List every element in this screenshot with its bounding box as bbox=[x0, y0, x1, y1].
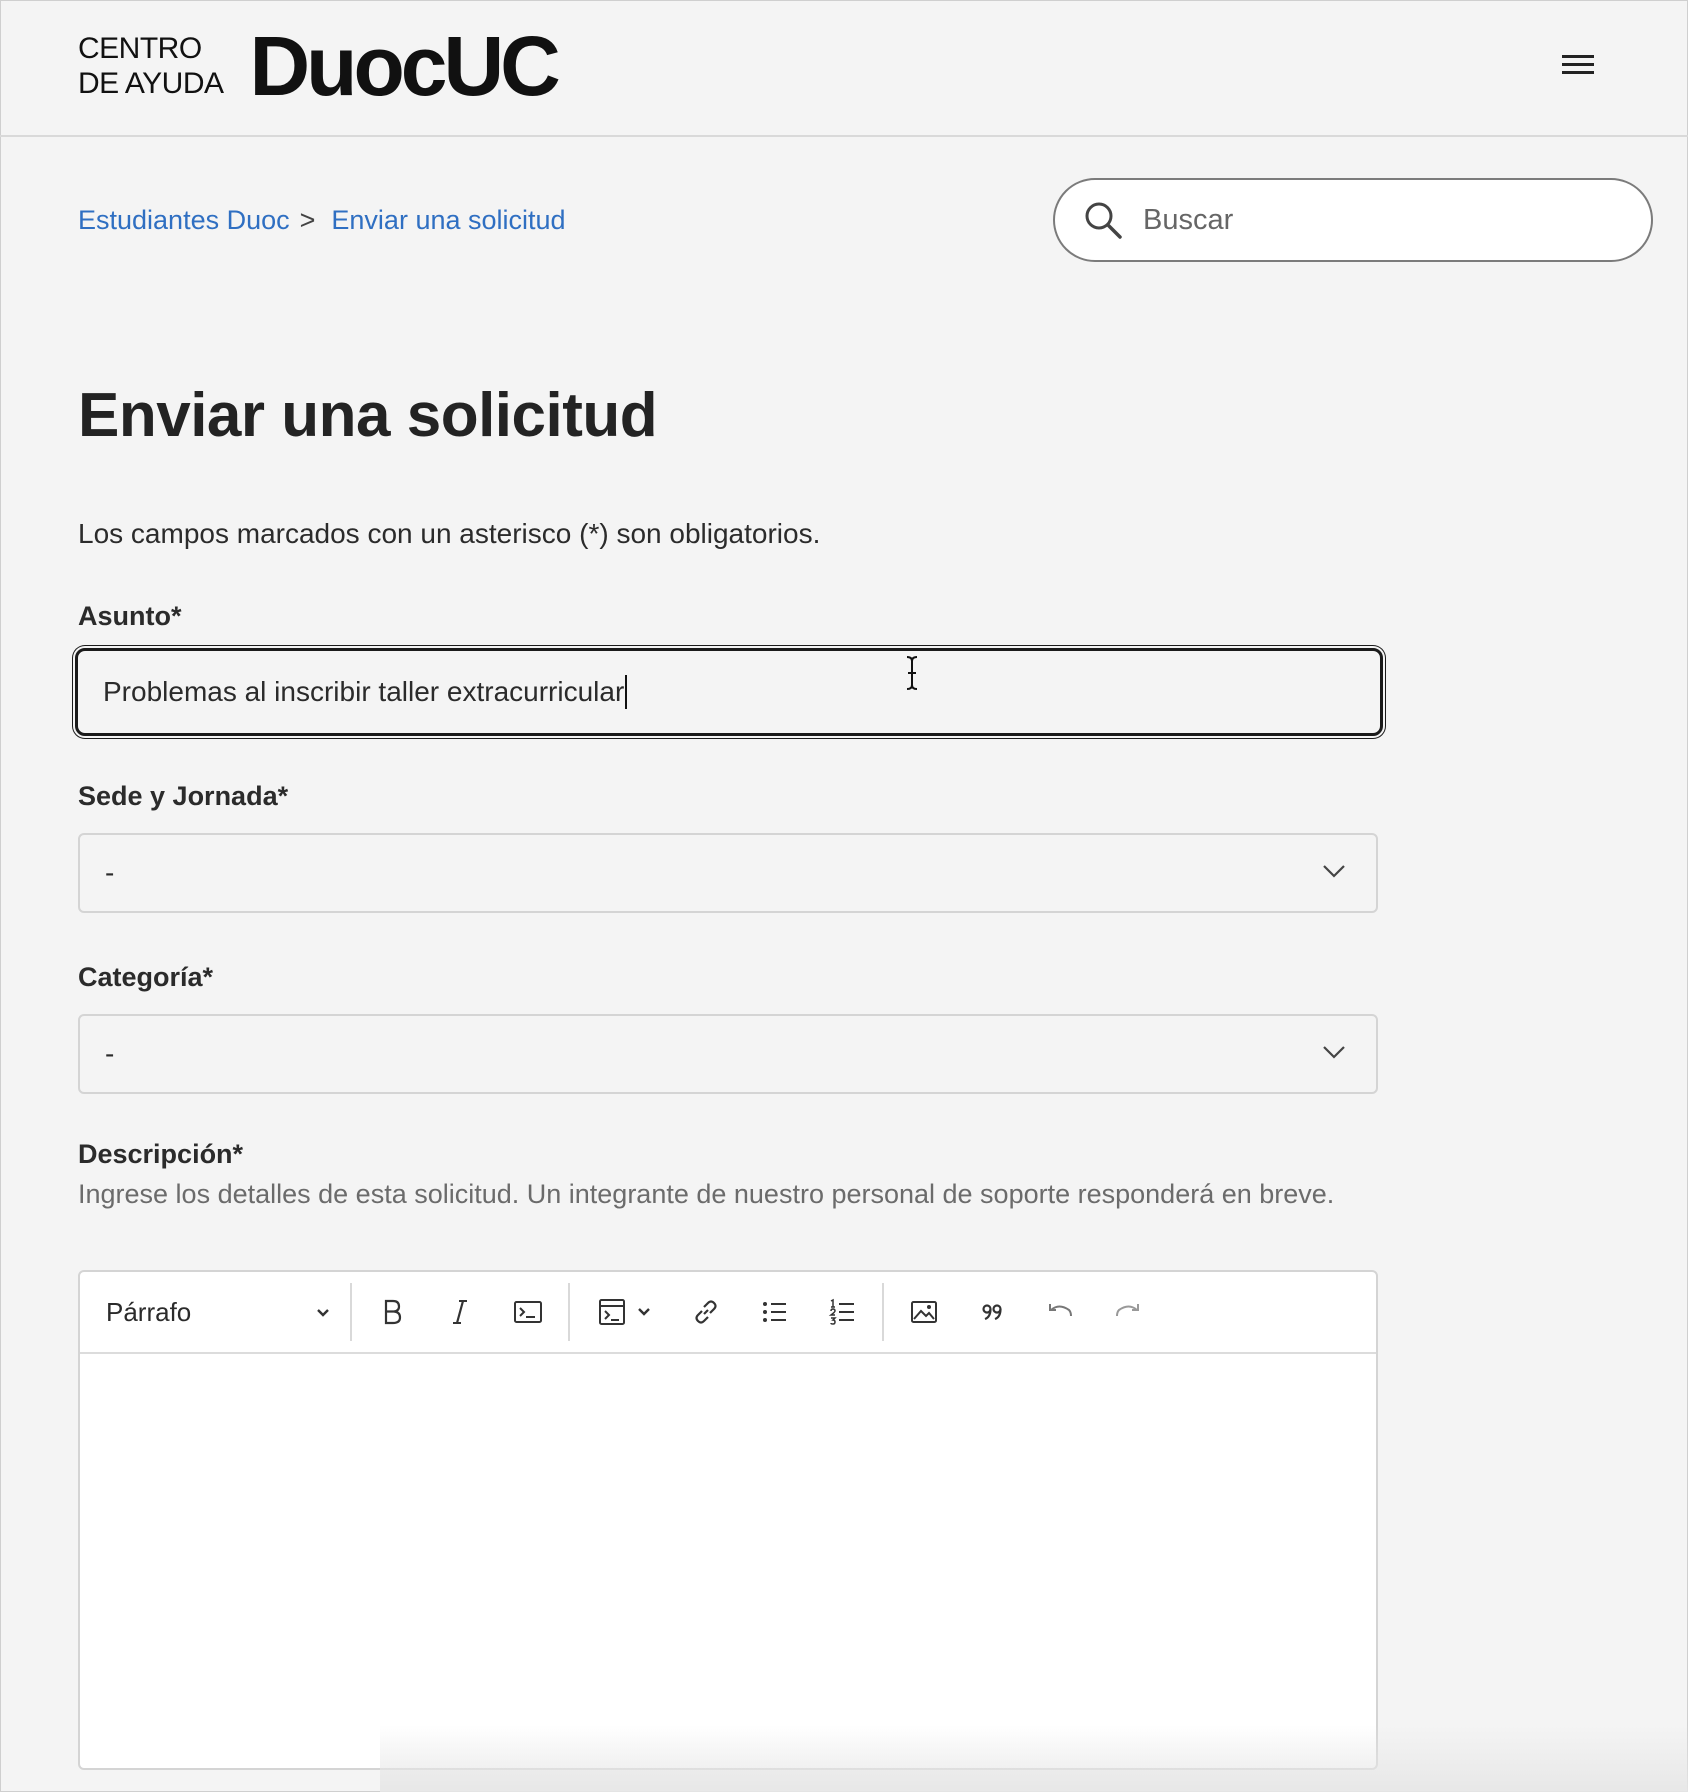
chevron-down-icon bbox=[317, 1309, 329, 1317]
breadcrumb-separator: > bbox=[299, 205, 316, 235]
code-button[interactable] bbox=[494, 1282, 562, 1342]
bold-icon bbox=[384, 1299, 402, 1325]
link-icon bbox=[695, 1300, 717, 1324]
numbered-list-icon bbox=[828, 1298, 854, 1325]
hamburger-icon bbox=[1562, 55, 1594, 58]
undo-icon bbox=[1049, 1304, 1072, 1317]
logo-centro-de-ayuda: CENTRO DE AYUDA bbox=[78, 31, 224, 101]
description-editor: Párrafo bbox=[78, 1270, 1378, 1770]
subject-input-value: Problemas al inscribir taller extracurri… bbox=[103, 676, 625, 707]
editor-toolbar: Párrafo bbox=[80, 1272, 1376, 1354]
logo-line-2: DE AYUDA bbox=[78, 67, 224, 100]
undo-button[interactable] bbox=[1026, 1282, 1094, 1342]
toolbar-divider bbox=[350, 1283, 352, 1341]
text-caret bbox=[625, 675, 628, 709]
code-block-button[interactable] bbox=[576, 1282, 672, 1342]
category-label: Categoría* bbox=[78, 962, 214, 992]
redo-button[interactable] bbox=[1094, 1282, 1162, 1342]
numbered-list-button[interactable] bbox=[808, 1282, 876, 1342]
description-hint: Ingrese los detalles de esta solicitud. … bbox=[78, 1179, 1335, 1209]
description-label: Descripción* bbox=[78, 1139, 244, 1169]
hamburger-icon-line bbox=[1562, 63, 1594, 66]
code-block-icon bbox=[599, 1299, 625, 1325]
category-select-value: - bbox=[105, 1038, 115, 1069]
logo-brand: DuocUC bbox=[249, 19, 561, 113]
text-cursor-icon bbox=[906, 656, 918, 690]
chevron-down-icon bbox=[638, 1308, 650, 1316]
search-icon bbox=[1085, 202, 1122, 239]
site-logo[interactable]: CENTRO DE AYUDA DuocUC bbox=[78, 19, 561, 113]
description-textarea[interactable] bbox=[80, 1354, 1376, 1768]
chevron-down-icon bbox=[1323, 1046, 1345, 1059]
campus-select[interactable]: - bbox=[78, 833, 1378, 913]
campus-label: Sede y Jornada* bbox=[78, 781, 289, 811]
category-select[interactable]: - bbox=[78, 1014, 1378, 1094]
bulleted-list-button[interactable] bbox=[740, 1282, 808, 1342]
logo-line-1: CENTRO bbox=[78, 32, 202, 65]
toolbar-divider bbox=[568, 1283, 570, 1341]
search-input[interactable] bbox=[1141, 202, 1625, 238]
italic-icon bbox=[453, 1300, 467, 1324]
hamburger-icon-line bbox=[1562, 71, 1594, 74]
subject-label: Asunto* bbox=[78, 601, 182, 631]
bold-button[interactable] bbox=[358, 1282, 426, 1342]
search-box[interactable] bbox=[1053, 178, 1653, 262]
required-fields-note: Los campos marcados con un asterisco (*)… bbox=[78, 518, 821, 549]
site-header: CENTRO DE AYUDA DuocUC bbox=[0, 0, 1688, 137]
italic-button[interactable] bbox=[426, 1282, 494, 1342]
blockquote-icon bbox=[982, 1304, 1002, 1321]
redo-icon bbox=[1116, 1304, 1139, 1317]
bulleted-list-icon bbox=[763, 1302, 786, 1322]
hamburger-menu-button[interactable] bbox=[1558, 50, 1598, 80]
breadcrumb: Estudiantes Duoc > Enviar una solicitud bbox=[78, 205, 566, 236]
toolbar-divider bbox=[882, 1283, 884, 1341]
page-title: Enviar una solicitud bbox=[78, 381, 658, 450]
breadcrumb-item-enviar-solicitud[interactable]: Enviar una solicitud bbox=[331, 205, 565, 236]
image-icon bbox=[911, 1301, 937, 1323]
blockquote-button[interactable] bbox=[958, 1282, 1026, 1342]
breadcrumb-item-estudiantes[interactable]: Estudiantes Duoc bbox=[78, 205, 290, 236]
paragraph-style-select[interactable]: Párrafo bbox=[80, 1282, 344, 1342]
code-icon bbox=[514, 1301, 542, 1323]
link-button[interactable] bbox=[672, 1282, 740, 1342]
subject-input[interactable]: Problemas al inscribir taller extracurri… bbox=[75, 648, 1383, 736]
insert-image-button[interactable] bbox=[890, 1282, 958, 1342]
campus-select-value: - bbox=[105, 857, 115, 888]
paragraph-style-value: Párrafo bbox=[106, 1296, 192, 1327]
chevron-down-icon bbox=[1323, 865, 1345, 878]
